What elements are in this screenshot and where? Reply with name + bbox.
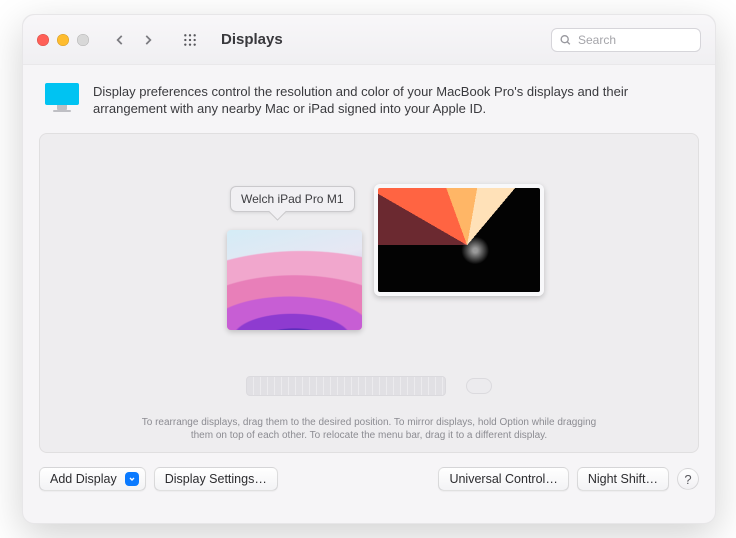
zoom-window-button[interactable] [77,34,89,46]
dropdown-caret-icon [125,472,139,486]
hint-line-1: To rearrange displays, drag them to the … [142,417,597,428]
nav-buttons [109,29,159,51]
arrangement-panel: Welch iPad Pro M1 To rearrange displays,… [39,133,699,453]
titlebar: Displays [23,15,715,65]
search-icon [559,33,572,46]
display-thumbnail-macbook[interactable] [374,184,544,296]
page-title: Displays [221,31,283,48]
close-window-button[interactable] [37,34,49,46]
intro-row: Display preferences control the resoluti… [23,65,715,125]
night-shift-label: Night Shift… [588,472,658,486]
hint-line-2: them on top of each other. To relocate t… [191,430,547,441]
display-settings-button[interactable]: Display Settings… [154,467,278,491]
help-label: ? [684,472,691,487]
wallpaper-abstract [378,188,540,292]
display-name-tooltip: Welch iPad Pro M1 [230,186,355,212]
add-display-label: Add Display [50,472,117,486]
system-preferences-window: Displays Display preferences control the… [22,14,716,524]
footer: Add Display Display Settings… Universal … [23,467,715,507]
display-thumbnail-ipad[interactable] [227,230,362,330]
window-controls [37,34,89,46]
forward-button[interactable] [137,29,159,51]
show-all-preferences-button[interactable] [179,29,201,51]
arrangement-hint: To rearrange displays, drag them to the … [40,416,698,442]
help-button[interactable]: ? [677,468,699,490]
universal-control-button[interactable]: Universal Control… [438,467,568,491]
night-shift-button[interactable]: Night Shift… [577,467,669,491]
back-button[interactable] [109,29,131,51]
display-settings-label: Display Settings… [165,472,267,486]
add-display-button[interactable]: Add Display [39,467,146,491]
arrangement-stage[interactable]: Welch iPad Pro M1 [40,134,698,382]
wallpaper-monterey [227,230,362,330]
displays-icon [45,83,79,117]
minimize-window-button[interactable] [57,34,69,46]
search-input[interactable] [551,28,701,52]
intro-text: Display preferences control the resoluti… [93,83,693,117]
universal-control-label: Universal Control… [449,472,557,486]
search-wrap [551,28,701,52]
